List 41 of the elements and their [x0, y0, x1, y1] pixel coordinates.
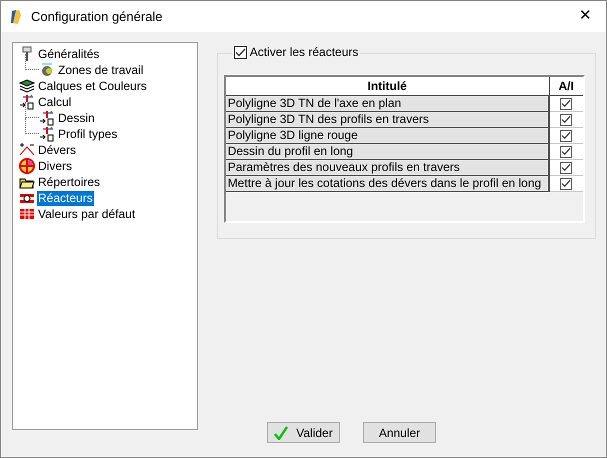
- table-cell: Polyligne 3D ligne rouge: [226, 128, 550, 144]
- table-cell: Paramètres des nouveaux profils en travers: [226, 160, 550, 176]
- checkbox[interactable]: [560, 130, 572, 142]
- table-icon: [19, 206, 35, 222]
- checkbox[interactable]: [560, 146, 572, 158]
- layers-icon: [19, 78, 35, 94]
- globe-icon: [39, 62, 55, 78]
- tree-item[interactable]: Zones de travail: [57, 62, 144, 78]
- tree-item[interactable]: Calcul: [37, 94, 72, 110]
- tree-item[interactable]: Dessin: [57, 110, 96, 126]
- window-title: Configuration générale: [31, 8, 163, 26]
- compass-icon: [39, 110, 55, 126]
- close-button[interactable]: ✕: [579, 5, 592, 28]
- table-cell: Dessin du profil en long: [226, 144, 550, 160]
- slope-icon: [19, 142, 35, 158]
- column-header: A/I: [550, 77, 583, 95]
- app-icon: [9, 8, 23, 24]
- check-icon: [274, 426, 288, 440]
- column-header: Intitulé: [226, 77, 550, 95]
- checkbox[interactable]: [560, 162, 572, 174]
- tree-item[interactable]: Répertoires: [37, 174, 102, 190]
- checkbox[interactable]: [234, 46, 247, 58]
- validate-button[interactable]: Valider: [267, 422, 340, 443]
- checkbox[interactable]: [560, 98, 572, 110]
- tree-item[interactable]: Généralités: [37, 46, 100, 62]
- tree-item[interactable]: Réacteurs: [37, 190, 94, 206]
- table-cell: Mettre à jour les cotations des dévers dans le profil en long: [226, 176, 550, 192]
- checkbox[interactable]: [560, 114, 572, 126]
- tree-item[interactable]: Calques et Couleurs: [37, 78, 148, 94]
- table-cell: Polyligne 3D TN de l'axe en plan: [226, 96, 550, 112]
- tree-item[interactable]: Profil types: [57, 126, 118, 142]
- table-cell: Polyligne 3D TN des profils en travers: [226, 112, 550, 128]
- tree-item[interactable]: Divers: [37, 158, 74, 174]
- checkbox[interactable]: [560, 178, 572, 190]
- tree-item[interactable]: Dévers: [37, 142, 78, 158]
- cancel-button[interactable]: Annuler: [363, 422, 436, 443]
- checkbox-label: Activer les réacteurs: [250, 44, 358, 61]
- compass-icon: [39, 126, 55, 142]
- compass-icon: [19, 94, 35, 110]
- tree-item[interactable]: Valeurs par défaut: [37, 206, 136, 222]
- ball-icon: [19, 158, 35, 174]
